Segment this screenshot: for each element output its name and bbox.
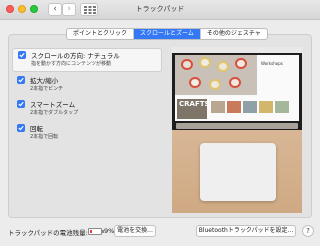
trackpad-image <box>200 143 276 201</box>
checkbox-rotate[interactable] <box>17 124 25 132</box>
tab-bar: ポイントとクリック スクロールとズーム その他のジェスチャ <box>66 28 268 40</box>
option-subtitle: 2本指で回転 <box>30 134 59 140</box>
browser-toolbar <box>172 47 302 53</box>
checkbox-smart-zoom[interactable] <box>17 100 25 108</box>
help-button[interactable]: ? <box>302 225 314 237</box>
option-title: スクロールの方向: ナチュラル <box>31 52 120 60</box>
option-title: 回転 <box>30 125 43 133</box>
checkmark-icon <box>18 77 24 83</box>
option-smart-zoom[interactable]: スマートズーム 2本指でダブルタップ <box>12 98 162 120</box>
title-bar: ‹ › トラックパッド <box>0 0 320 20</box>
checkmark-icon <box>18 101 24 107</box>
webpage-heading: Workshops <box>261 61 283 66</box>
battery-percent: 9% <box>104 227 115 235</box>
option-subtitle: 2本指でピンチ <box>30 86 64 92</box>
tab-point-and-click[interactable]: ポイントとクリック <box>67 29 135 39</box>
change-battery-button[interactable]: 電池を交換... <box>114 225 156 237</box>
cups-photo <box>175 55 257 95</box>
tab-scroll-and-zoom[interactable]: スクロールとズーム <box>134 29 201 39</box>
setup-bluetooth-trackpad-button[interactable]: Bluetoothトラックパッドを設定... <box>196 225 296 237</box>
battery-label: トラックパッドの電池残量: <box>8 229 88 237</box>
option-subtitle: 指を動かす方向にコンテンツが移動 <box>31 61 112 67</box>
trackpad-preferences-window: ‹ › トラックパッド ポイントとクリック スクロールとズーム その他のジェスチ… <box>0 0 320 246</box>
checkmark-icon <box>18 125 24 131</box>
crafts-banner: CRAFTS <box>177 99 210 119</box>
option-title: 拡大/縮小 <box>30 77 59 85</box>
checkbox-zoom[interactable] <box>17 76 25 84</box>
battery-fill <box>90 230 92 233</box>
tab-more-gestures[interactable]: その他のジェスチャ <box>201 29 267 39</box>
option-subtitle: 2本指でダブルタップ <box>30 110 79 116</box>
window-title: トラックパッド <box>135 5 185 13</box>
option-title: スマートズーム <box>30 101 76 109</box>
preview-webpage: Workshops CRAFTS <box>175 55 299 121</box>
preview-screen: Workshops CRAFTS <box>172 47 302 131</box>
dock <box>176 123 298 129</box>
option-rotate[interactable]: 回転 2本指で回転 <box>12 122 162 144</box>
option-scroll-direction[interactable]: スクロールの方向: ナチュラル 指を動かす方向にコンテンツが移動 <box>12 48 162 72</box>
checkmark-icon <box>19 52 25 58</box>
checkbox-scroll-direction[interactable] <box>18 51 26 59</box>
option-zoom[interactable]: 拡大/縮小 2本指でピンチ <box>12 74 162 96</box>
gesture-preview: Workshops CRAFTS <box>172 47 302 213</box>
battery-icon <box>88 228 104 235</box>
